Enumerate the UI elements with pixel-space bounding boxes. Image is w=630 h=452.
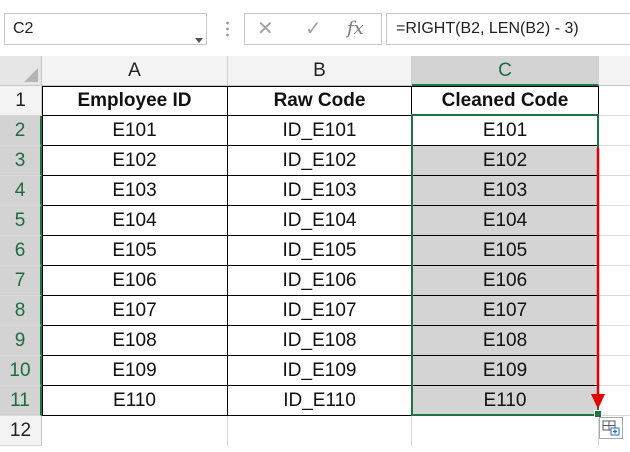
row-header-3[interactable]: 3 <box>0 146 42 176</box>
filled-cell[interactable]: E110 <box>412 386 599 416</box>
filled-cell[interactable]: E106 <box>412 266 599 296</box>
empty-cell[interactable] <box>599 146 630 176</box>
table-cell[interactable]: ID_E108 <box>228 326 412 356</box>
formula-bar: C2 ✕ ✓ fx =RIGHT(B2, LEN(B2) - 3) <box>0 0 630 56</box>
filled-cell[interactable]: E105 <box>412 236 599 266</box>
table-cell[interactable]: ID_E104 <box>228 206 412 236</box>
insert-function-icon[interactable]: fx <box>347 18 364 39</box>
table-cell[interactable]: E102 <box>42 146 228 176</box>
filled-cell[interactable]: E107 <box>412 296 599 326</box>
name-box-value: C2 <box>13 20 34 37</box>
row-header-11[interactable]: 11 <box>0 386 42 416</box>
row-header-9[interactable]: 9 <box>0 326 42 356</box>
table-cell[interactable]: E109 <box>42 356 228 386</box>
row-header-8[interactable]: 8 <box>0 296 42 326</box>
row-header-2[interactable]: 2 <box>0 116 42 146</box>
row-header-4[interactable]: 4 <box>0 176 42 206</box>
table-cell[interactable]: ID_E102 <box>228 146 412 176</box>
filled-cell[interactable]: E102 <box>412 146 599 176</box>
header-cell-raw-code[interactable]: Raw Code <box>228 86 412 116</box>
column-header-a[interactable]: A <box>42 56 228 86</box>
empty-cell[interactable] <box>599 356 630 386</box>
column-header-c[interactable]: C <box>412 56 599 86</box>
empty-cell[interactable] <box>412 416 599 446</box>
filled-cell[interactable]: E109 <box>412 356 599 386</box>
spreadsheet-grid: A B C 1 2 3 4 5 6 7 8 9 10 11 12 Employe… <box>0 56 630 452</box>
formula-input[interactable]: =RIGHT(B2, LEN(B2) - 3) <box>386 13 630 45</box>
select-all-triangle-icon <box>24 68 38 82</box>
table-cell[interactable]: E105 <box>42 236 228 266</box>
table-cell[interactable]: E108 <box>42 326 228 356</box>
filled-cell[interactable]: E104 <box>412 206 599 236</box>
table-cell[interactable]: ID_E107 <box>228 296 412 326</box>
row-header-5[interactable]: 5 <box>0 206 42 236</box>
row-header-12[interactable]: 12 <box>0 416 42 446</box>
empty-cell[interactable] <box>599 326 630 356</box>
chevron-down-icon[interactable] <box>195 38 203 43</box>
filled-cell[interactable]: E103 <box>412 176 599 206</box>
column-header-d[interactable] <box>599 56 630 86</box>
empty-cell[interactable] <box>599 206 630 236</box>
empty-cell[interactable] <box>599 386 630 416</box>
table-cell[interactable]: ID_E105 <box>228 236 412 266</box>
empty-cell[interactable] <box>599 296 630 326</box>
empty-cell[interactable] <box>228 416 412 446</box>
select-all-button[interactable] <box>0 56 42 86</box>
empty-cell[interactable] <box>42 416 228 446</box>
formula-text: =RIGHT(B2, LEN(B2) - 3) <box>396 20 579 37</box>
table-cell[interactable]: E106 <box>42 266 228 296</box>
table-cell[interactable]: ID_E110 <box>228 386 412 416</box>
quick-analysis-button[interactable] <box>599 417 623 439</box>
table-cell[interactable]: E101 <box>42 116 228 146</box>
formula-bar-buttons: ✕ ✓ fx <box>244 13 382 45</box>
table-cell[interactable]: ID_E106 <box>228 266 412 296</box>
empty-cell[interactable] <box>599 236 630 266</box>
table-cell[interactable]: E110 <box>42 386 228 416</box>
column-header-b[interactable]: B <box>228 56 412 86</box>
table-cell[interactable]: ID_E101 <box>228 116 412 146</box>
table-cell[interactable]: E107 <box>42 296 228 326</box>
quick-analysis-icon <box>602 420 620 436</box>
filled-cell[interactable]: E108 <box>412 326 599 356</box>
cancel-x-icon[interactable]: ✕ <box>257 16 274 41</box>
header-cell-employee-id[interactable]: Employee ID <box>42 86 228 116</box>
row-header-1[interactable]: 1 <box>0 86 42 116</box>
empty-cell[interactable] <box>599 116 630 146</box>
enter-check-icon[interactable]: ✓ <box>305 16 322 41</box>
active-cell[interactable]: E101 <box>412 116 599 146</box>
header-cell-cleaned-code[interactable]: Cleaned Code <box>412 86 599 116</box>
table-cell[interactable]: E103 <box>42 176 228 206</box>
row-header-7[interactable]: 7 <box>0 266 42 296</box>
row-header-10[interactable]: 10 <box>0 356 42 386</box>
name-box[interactable]: C2 <box>4 13 207 45</box>
table-cell[interactable]: E104 <box>42 206 228 236</box>
empty-cell[interactable] <box>599 176 630 206</box>
table-cell[interactable]: ID_E103 <box>228 176 412 206</box>
empty-cell[interactable] <box>599 266 630 296</box>
table-cell[interactable]: ID_E109 <box>228 356 412 386</box>
empty-cell[interactable] <box>599 86 630 116</box>
row-header-6[interactable]: 6 <box>0 236 42 266</box>
formula-bar-grip[interactable] <box>226 20 229 38</box>
